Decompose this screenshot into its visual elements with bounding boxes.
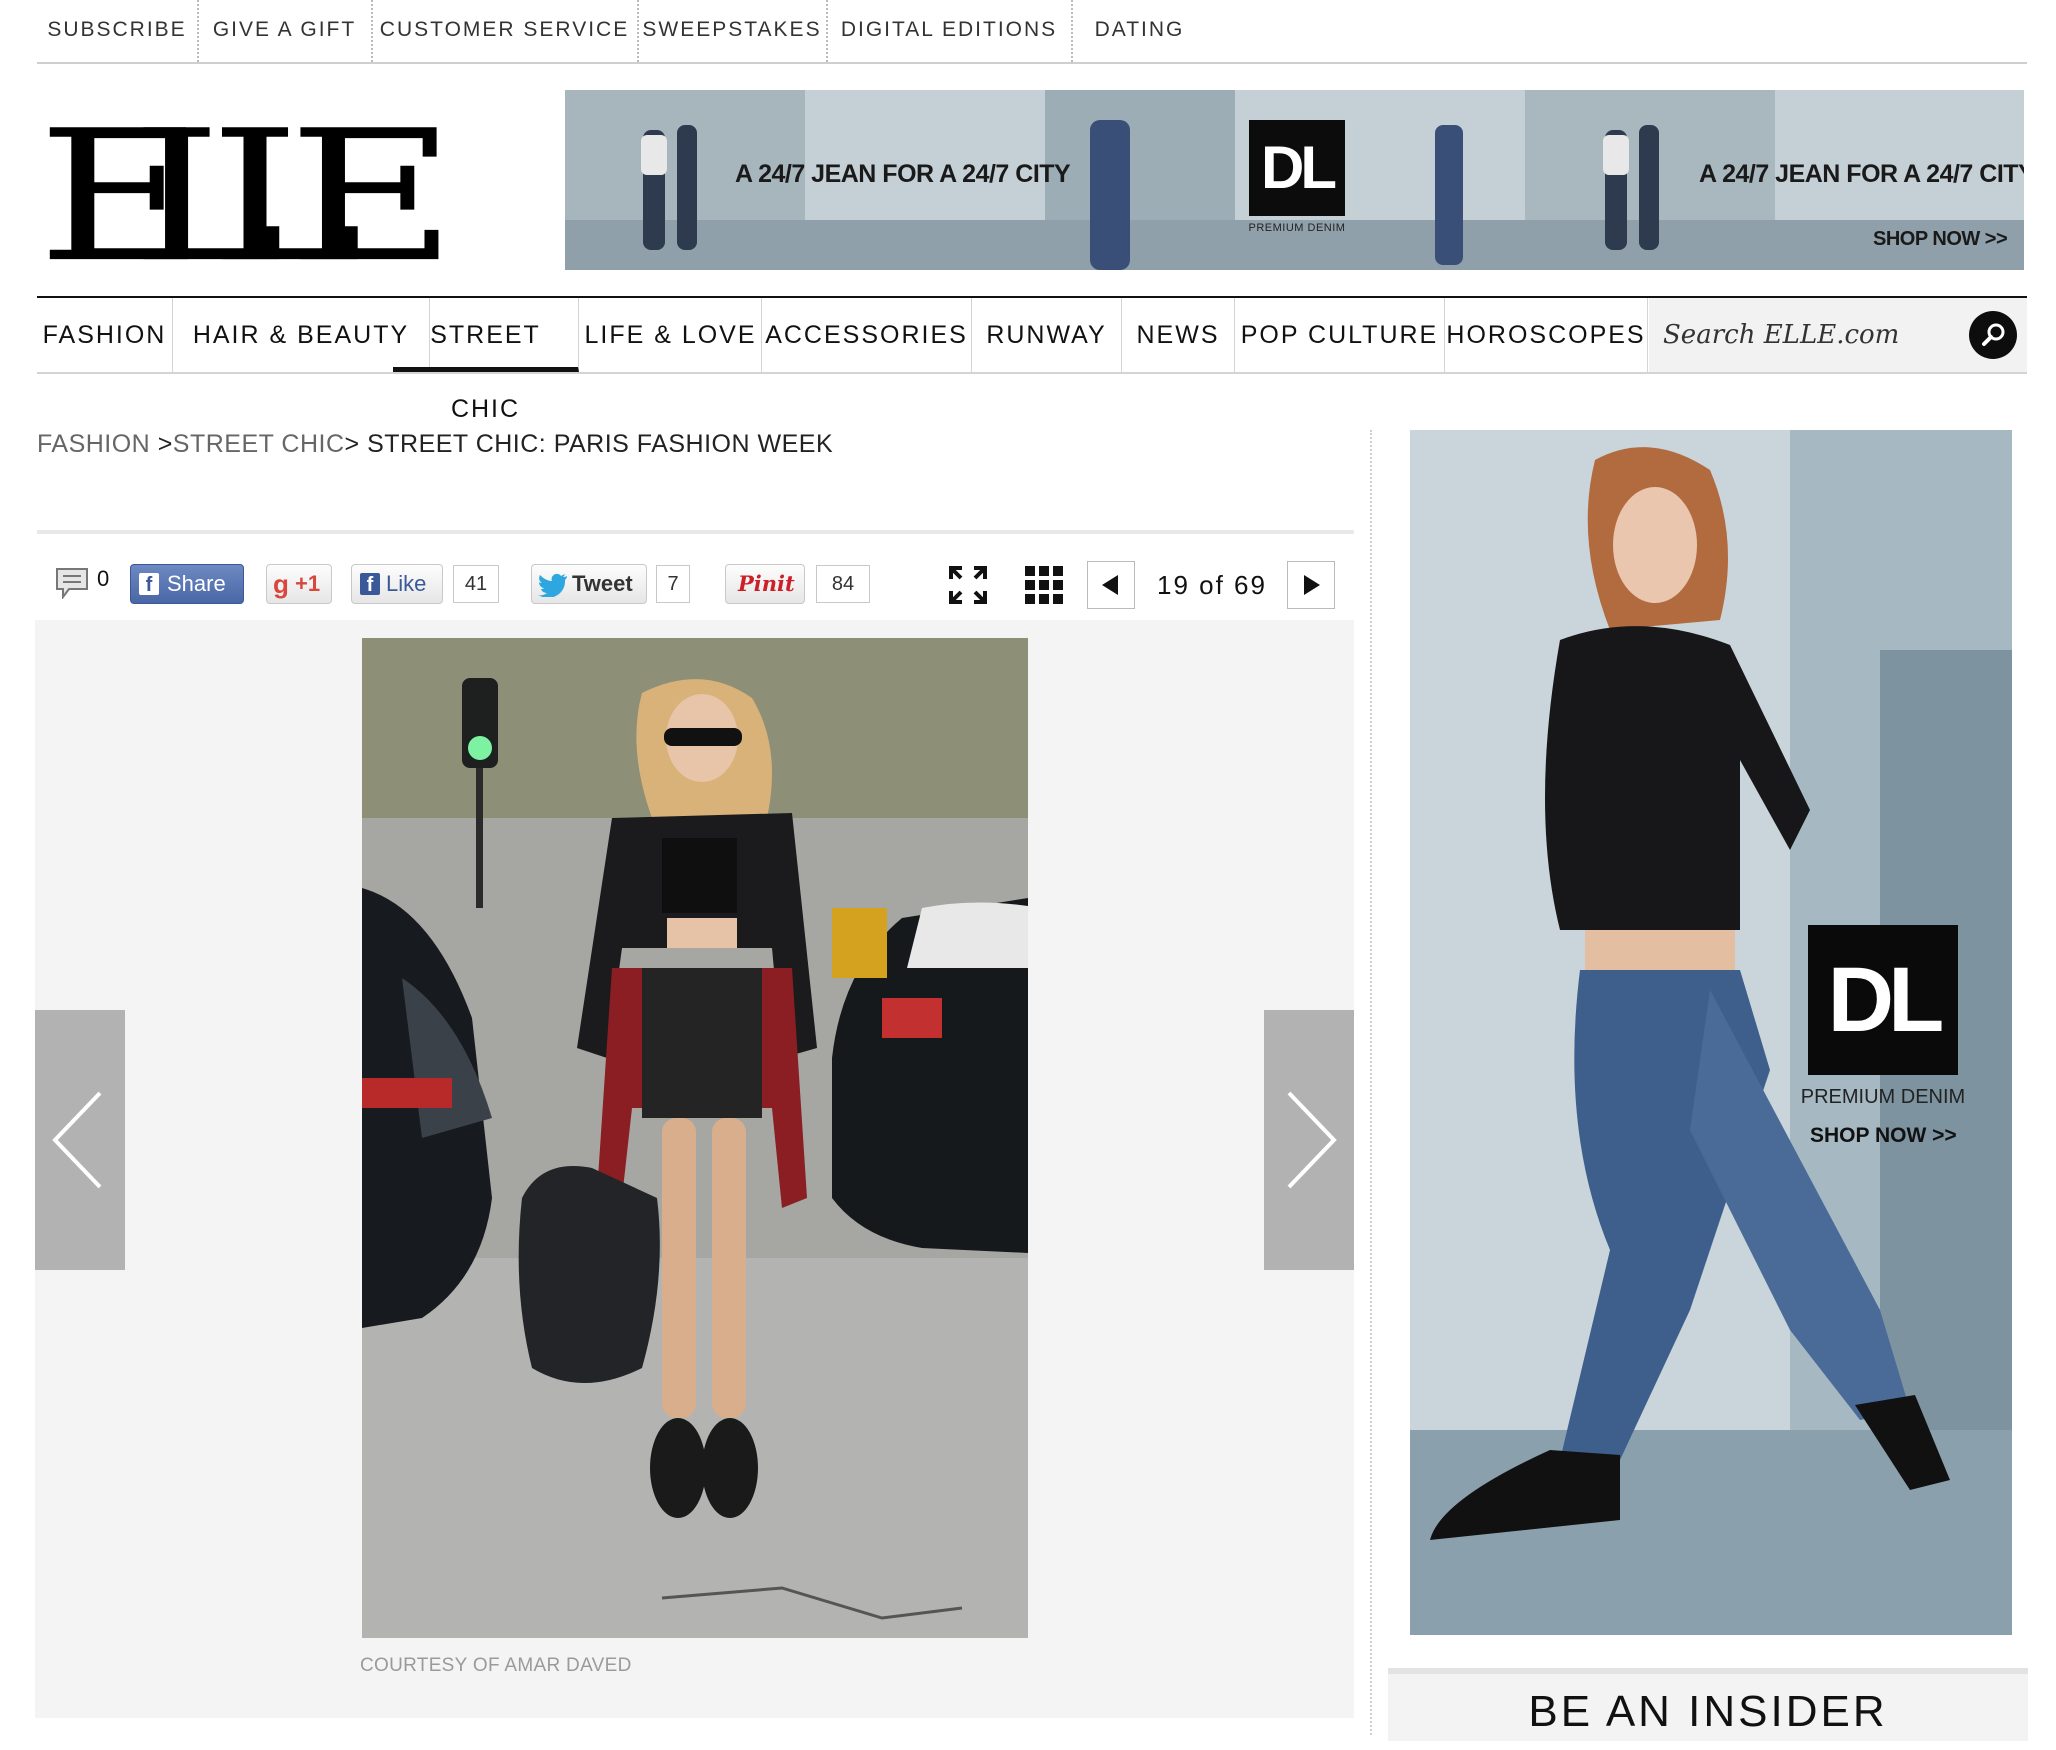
breadcrumb-street-chic[interactable]: STREET CHIC bbox=[173, 430, 345, 458]
search-button[interactable] bbox=[1969, 311, 2017, 359]
fullscreen-icon[interactable] bbox=[949, 566, 987, 604]
grid-view-icon[interactable] bbox=[1025, 566, 1063, 604]
breadcrumb-fashion[interactable]: FASHION bbox=[37, 430, 150, 458]
utility-link-dating[interactable]: DATING bbox=[1072, 0, 1207, 62]
sidebar-shop-now[interactable]: SHOP NOW >> bbox=[1810, 1124, 1957, 1148]
banner-dl-logo: DL bbox=[1249, 120, 1345, 216]
banner-shop-now[interactable]: SHOP NOW >> bbox=[1873, 228, 2008, 251]
insider-heading: BE AN INSIDER bbox=[1388, 1668, 2028, 1741]
search-input[interactable] bbox=[1661, 312, 1955, 358]
chevron-right-icon bbox=[1287, 1091, 1337, 1189]
utility-link-customer-service[interactable]: CUSTOMER SERVICE bbox=[372, 0, 639, 62]
sidebar-brand-sub: PREMIUM DENIM bbox=[1800, 1086, 1966, 1108]
comment-count: 0 bbox=[97, 566, 110, 591]
twitter-bird-icon bbox=[538, 573, 567, 597]
utility-link-give-a-gift[interactable]: GIVE A GIFT bbox=[198, 0, 373, 62]
chevron-left-icon bbox=[52, 1091, 102, 1189]
breadcrumb-current: STREET CHIC: PARIS FASHION WEEK bbox=[367, 430, 834, 458]
facebook-share-button[interactable]: f Share bbox=[130, 564, 244, 604]
nav-item-news[interactable]: NEWS bbox=[1122, 298, 1235, 372]
sidebar-ad[interactable]: DL PREMIUM DENIM SHOP NOW >> bbox=[1410, 430, 2012, 1635]
slideshow-stage: COURTESY OF AMAR DAVED bbox=[35, 620, 1354, 1718]
facebook-icon: f bbox=[360, 573, 380, 596]
search-box bbox=[1649, 298, 2027, 372]
photo-credit: COURTESY OF AMAR DAVED bbox=[360, 1655, 632, 1676]
column-divider bbox=[1370, 430, 1372, 1735]
breadcrumb: FASHION >STREET CHIC> STREET CHIC: PARIS… bbox=[37, 430, 833, 459]
comment-icon[interactable] bbox=[55, 567, 89, 599]
banner-tagline-right: A 24/7 JEAN FOR A 24/7 CITY bbox=[1699, 160, 2024, 188]
tweet-button[interactable]: Tweet bbox=[531, 564, 647, 604]
banner-ad[interactable]: A 24/7 JEAN FOR A 24/7 CITY DL PREMIUM D… bbox=[565, 90, 2024, 270]
elle-logo[interactable]: E L L E bbox=[37, 86, 457, 302]
search-icon bbox=[1982, 323, 2005, 346]
utility-link-sweepstakes[interactable]: SWEEPSTAKES bbox=[638, 0, 828, 62]
next-slide-button[interactable] bbox=[1287, 561, 1335, 609]
nav-item-pop-culture[interactable]: POP CULTURE bbox=[1235, 298, 1445, 372]
utility-nav: SUBSCRIBE GIVE A GIFT CUSTOMER SERVICE S… bbox=[37, 0, 2027, 64]
google-plus-icon: g bbox=[273, 569, 289, 599]
banner-tagline-left: A 24/7 JEAN FOR A 24/7 CITY bbox=[735, 160, 1071, 188]
nav-item-hair-beauty[interactable]: HAIR & BEAUTY bbox=[173, 298, 430, 372]
street-style-photo[interactable] bbox=[362, 638, 1028, 1638]
svg-text:E L L E: E L L E bbox=[37, 92, 457, 266]
breadcrumb-separator: > bbox=[344, 430, 368, 458]
previous-slide-button[interactable] bbox=[1087, 561, 1135, 609]
tweet-count: 7 bbox=[656, 565, 690, 603]
google-plus-button[interactable]: g +1 bbox=[266, 564, 332, 604]
pinterest-pin-button[interactable]: Pinit bbox=[725, 564, 805, 604]
pin-count: 84 bbox=[816, 565, 870, 603]
like-count: 41 bbox=[453, 565, 499, 603]
slideshow-toolbar: 0 f Share g +1 f Like 41 Tweet 7 Pinit 8… bbox=[37, 530, 1354, 624]
triangle-left-icon bbox=[1102, 575, 1118, 595]
next-photo-button[interactable] bbox=[1264, 1010, 1354, 1270]
breadcrumb-separator: > bbox=[150, 430, 173, 458]
main-nav: FASHION HAIR & BEAUTY STREET CHIC LIFE &… bbox=[37, 296, 2027, 423]
utility-link-subscribe[interactable]: SUBSCRIBE bbox=[37, 0, 199, 62]
nav-item-street-chic[interactable]: STREET CHIC bbox=[393, 298, 579, 423]
facebook-icon: f bbox=[139, 573, 159, 596]
sidebar-dl-logo: DL bbox=[1808, 925, 1958, 1075]
nav-item-fashion[interactable]: FASHION bbox=[37, 298, 173, 372]
previous-photo-button[interactable] bbox=[35, 1010, 125, 1270]
facebook-like-button[interactable]: f Like bbox=[351, 564, 443, 604]
nav-item-accessories[interactable]: ACCESSORIES bbox=[762, 298, 972, 372]
nav-item-horoscopes[interactable]: HOROSCOPES bbox=[1445, 298, 1648, 372]
nav-item-runway[interactable]: RUNWAY bbox=[972, 298, 1122, 372]
nav-item-life-love[interactable]: LIFE & LOVE bbox=[580, 298, 762, 372]
slide-pager: 19 of 69 bbox=[1157, 570, 1267, 600]
utility-link-digital-editions[interactable]: DIGITAL EDITIONS bbox=[827, 0, 1073, 62]
banner-brand-sub: PREMIUM DENIM bbox=[1248, 222, 1346, 234]
triangle-right-icon bbox=[1304, 575, 1320, 595]
